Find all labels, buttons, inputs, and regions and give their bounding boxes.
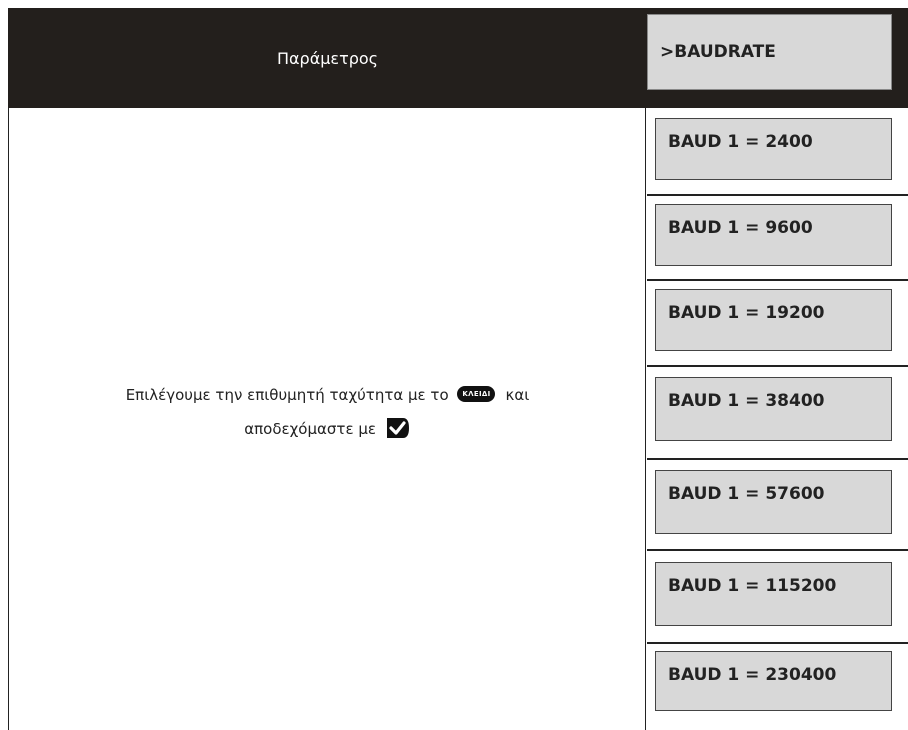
instruction-line-2: αποδεχόμαστε με <box>8 412 647 446</box>
lcd-option: BAUD 1 = 2400 <box>655 118 892 180</box>
row-divider <box>647 194 908 196</box>
parameter-header: Παράμετρος <box>8 8 647 108</box>
row-divider <box>647 549 908 551</box>
lcd-display-header: >BAUDRATE <box>647 14 892 90</box>
lcd-option: BAUD 1 = 57600 <box>655 470 892 534</box>
row-divider <box>647 365 908 367</box>
check-key-icon <box>386 417 409 438</box>
row-divider <box>647 279 908 281</box>
row-divider <box>647 458 908 460</box>
lcd-option: BAUD 1 = 115200 <box>655 562 892 626</box>
row-divider <box>647 642 908 644</box>
lcd-option: BAUD 1 = 38400 <box>655 377 892 441</box>
lcd-option: BAUD 1 = 19200 <box>655 289 892 351</box>
lcd-option: BAUD 1 = 230400 <box>655 651 892 711</box>
lcd-option: BAUD 1 = 9600 <box>655 204 892 266</box>
parameter-header-label: Παράμετρος <box>276 48 379 68</box>
instruction-line-1: Επιλέγουμε την επιθυμητή ταχύτητα με το … <box>125 385 530 404</box>
instruction-text: Επιλέγουμε την επιθυμητή ταχύτητα με το … <box>8 378 647 446</box>
key-button-icon: ΚΛΕΙΔΙ <box>457 385 496 402</box>
